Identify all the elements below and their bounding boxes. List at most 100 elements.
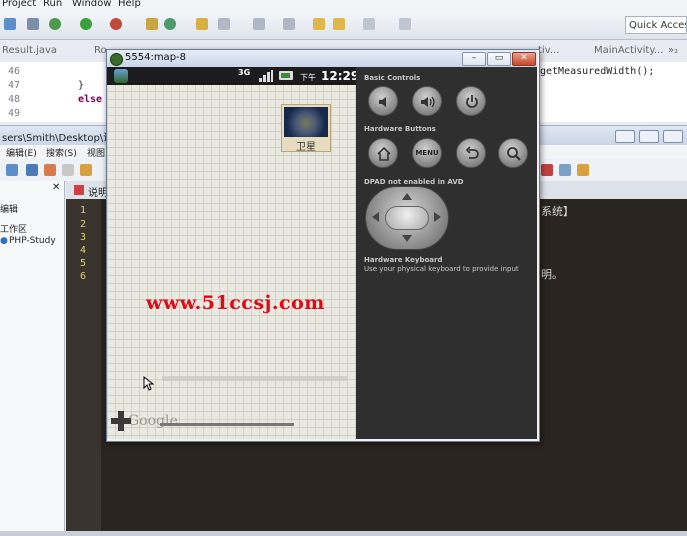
status-bar	[0, 531, 687, 536]
class-icon[interactable]	[164, 18, 176, 30]
google-logo: Google	[128, 413, 178, 429]
satellite-toggle-button[interactable]: 卫星	[281, 104, 331, 153]
home-icon	[377, 146, 391, 161]
volume-down-icon	[379, 97, 386, 107]
back-icon[interactable]	[313, 18, 325, 30]
emulator-minimize-button[interactable]: –	[462, 52, 486, 66]
status-ampm: 下午	[300, 73, 316, 82]
home-button[interactable]	[368, 138, 398, 168]
line-number: 4	[80, 245, 87, 256]
tabs-overflow-button[interactable]: »₂	[668, 45, 678, 56]
hardware-keyboard-label: Hardware Keyboard	[364, 256, 443, 264]
volume-down-button[interactable]	[368, 86, 398, 116]
map-scale-bar	[160, 423, 294, 426]
mouse-cursor-icon	[143, 376, 155, 391]
back-arrow-icon	[465, 146, 479, 159]
close-button[interactable]	[663, 130, 683, 143]
new-icon[interactable]	[4, 18, 16, 30]
search-button[interactable]	[498, 138, 528, 168]
satellite-label: 卫星	[296, 142, 316, 153]
line-number: 46	[8, 66, 21, 77]
abc-icon[interactable]	[541, 164, 553, 176]
save-all-icon[interactable]	[26, 164, 38, 176]
ide-toolbar	[0, 11, 687, 40]
emulator-controls-panel: Basic Controls Hardware Buttons MENU DPA…	[356, 67, 537, 439]
menu-help[interactable]: Help	[118, 0, 141, 9]
line-number: 47	[8, 80, 21, 91]
save-icon[interactable]	[6, 164, 18, 176]
debug-icon[interactable]	[27, 18, 39, 30]
tab-readme[interactable]: 说明	[88, 184, 108, 199]
tab-ro[interactable]: Ro	[94, 45, 107, 56]
emulator-titlebar[interactable]: 5554:map-8 – ▭ ✕	[107, 50, 537, 67]
menu-button[interactable]: MENU	[412, 138, 442, 168]
minimize-button[interactable]	[615, 130, 635, 143]
menu-view[interactable]: 视图	[87, 146, 105, 159]
print-icon[interactable]	[44, 164, 56, 176]
signal-icon	[259, 70, 273, 82]
power-icon	[466, 95, 478, 108]
code-else: else	[78, 94, 103, 105]
dpad-down-icon[interactable]	[402, 235, 412, 242]
link-icon[interactable]	[577, 164, 589, 176]
grid-icon[interactable]	[146, 18, 158, 30]
zoom-in-icon[interactable]	[110, 410, 132, 432]
hardware-buttons-label: Hardware Buttons	[364, 125, 436, 133]
tab-result-java[interactable]: Result.java	[2, 45, 57, 56]
line-number: 5	[80, 258, 87, 269]
clip-icon[interactable]	[80, 164, 92, 176]
emulator-maximize-button[interactable]: ▭	[487, 52, 511, 66]
panel-item-workspace[interactable]: 工作区	[0, 222, 27, 235]
menu-run[interactable]: Run	[43, 0, 62, 9]
run-icon[interactable]	[80, 18, 92, 30]
forward-arrow-icon[interactable]	[333, 18, 345, 30]
volume-up-icon	[421, 96, 435, 108]
folder-icon: ●	[0, 236, 8, 246]
network-3g-icon: 3G	[238, 68, 251, 77]
nav-icon[interactable]	[363, 18, 375, 30]
dpad-right-icon[interactable]	[434, 212, 441, 222]
dpad-center-button[interactable]	[385, 206, 429, 230]
emulator-title: 5554:map-8	[125, 52, 187, 63]
app-icon	[114, 69, 128, 83]
dpad-label: DPAD not enabled in AVD	[364, 178, 464, 186]
maximize-button[interactable]	[639, 130, 659, 143]
close-icon[interactable]: ✕	[52, 182, 60, 193]
settings-icon[interactable]	[49, 18, 61, 30]
code-brace: }	[78, 80, 85, 91]
panel-item-edit[interactable]: 编辑	[0, 202, 18, 215]
android-icon	[110, 53, 123, 66]
back-button[interactable]	[456, 138, 486, 168]
menu-edit[interactable]: 编辑(E)	[6, 146, 37, 159]
annotation-icon[interactable]	[253, 18, 265, 30]
window-icon[interactable]	[559, 164, 571, 176]
dpad-control[interactable]	[365, 186, 449, 250]
basic-controls-label: Basic Controls	[364, 74, 421, 82]
dpad-up-icon[interactable]	[402, 193, 412, 200]
open-folder-icon[interactable]	[196, 18, 208, 30]
line-number: 2	[80, 219, 87, 230]
menu-project[interactable]: Project	[2, 0, 36, 9]
explorer-path: sers\Smith\Desktop\说明	[2, 133, 124, 144]
volume-up-button[interactable]	[412, 86, 442, 116]
code-measured-width: getMeasuredWidth();	[540, 66, 655, 77]
line-number: 1	[80, 205, 87, 216]
pen-icon[interactable]	[218, 18, 230, 30]
tab-activity[interactable]: tiv...	[538, 45, 559, 56]
power-button[interactable]	[456, 86, 486, 116]
emulator-close-button[interactable]: ✕	[512, 52, 536, 66]
page-icon[interactable]	[62, 164, 74, 176]
external-tools-icon[interactable]	[110, 18, 122, 30]
quick-access-input[interactable]: Quick Access	[625, 16, 687, 34]
satellite-thumbnail-icon	[284, 107, 328, 137]
panel-item-php-study[interactable]: PHP-Study	[9, 236, 56, 246]
menu-search[interactable]: 搜索(S)	[46, 146, 77, 159]
next-annotation-icon[interactable]	[283, 18, 295, 30]
ide-menubar: Project Run Window Help	[0, 0, 687, 11]
workspace-panel: ✕ 编辑 工作区 ● PHP-Study	[0, 181, 65, 531]
status-time: 12:29	[321, 69, 360, 83]
dpad-left-icon[interactable]	[372, 212, 379, 222]
tab-mainactivity[interactable]: MainActivity...	[594, 45, 663, 56]
menu-window[interactable]: Window	[72, 0, 111, 9]
pin-icon[interactable]	[399, 18, 411, 30]
